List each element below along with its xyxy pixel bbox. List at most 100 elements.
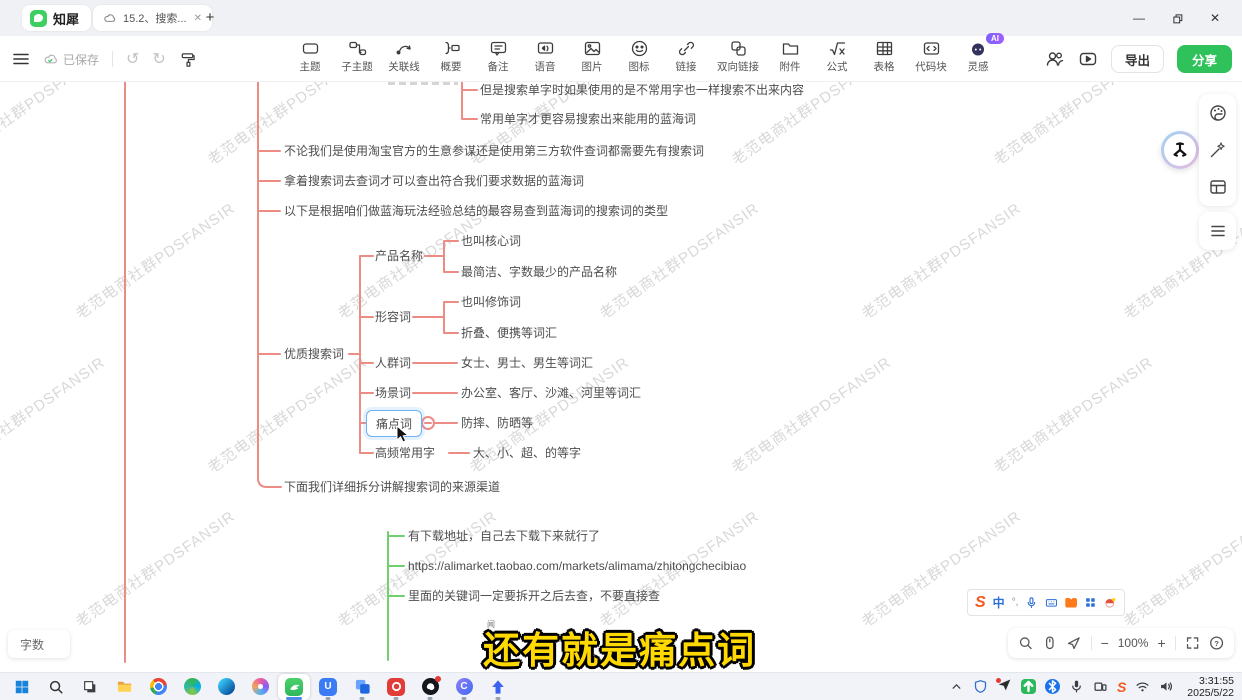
- ime-skin-icon[interactable]: [1065, 598, 1077, 608]
- minimize-button[interactable]: —: [1120, 0, 1158, 36]
- mindmap-node[interactable]: 折叠、便携等词汇: [461, 325, 557, 341]
- bluetooth-icon[interactable]: [1045, 679, 1060, 694]
- microphone-icon[interactable]: [1069, 679, 1084, 694]
- sogou-logo-icon[interactable]: S: [975, 595, 986, 611]
- tool-code-block[interactable]: 代码块: [915, 39, 947, 74]
- tool-relation-line[interactable]: 关联线: [388, 39, 420, 74]
- tool-link[interactable]: 链接: [670, 39, 702, 74]
- app-browser-360[interactable]: [176, 674, 208, 700]
- mindmap-node[interactable]: 以下是根据咱们做蓝海玩法经验总结的最容易查到蓝海词的搜索词的类型: [284, 203, 668, 219]
- zhixi-assistant-button[interactable]: [1161, 131, 1199, 169]
- share-button[interactable]: 分享: [1177, 45, 1232, 73]
- taskbar-clock[interactable]: 3:31:55 2025/5/22: [1187, 675, 1234, 699]
- app-chrome[interactable]: [142, 674, 174, 700]
- app-home-button[interactable]: 知犀: [22, 5, 91, 31]
- tool-note[interactable]: 备注: [482, 39, 514, 74]
- ime-keyboard-icon[interactable]: [1045, 596, 1058, 609]
- mindmap-node-url[interactable]: https://alimarket.taobao.com/markets/ali…: [408, 558, 746, 574]
- mindmap-node[interactable]: 大、小、超、的等字: [473, 445, 581, 461]
- mindmap-node[interactable]: 形容词: [375, 309, 411, 325]
- tool-voice[interactable]: 语音: [529, 39, 561, 74]
- export-button[interactable]: 导出: [1111, 45, 1164, 73]
- mindmap-node[interactable]: 人群词: [375, 355, 411, 371]
- mindmap-node[interactable]: 最简洁、字数最少的产品名称: [461, 264, 617, 280]
- app-edge[interactable]: [210, 674, 242, 700]
- app-blue-squares[interactable]: [346, 674, 378, 700]
- start-button[interactable]: [6, 674, 38, 700]
- mindmap-node[interactable]: 产品名称: [375, 248, 423, 264]
- new-tab-button[interactable]: +: [200, 8, 220, 28]
- app-u-shield[interactable]: U: [312, 674, 344, 700]
- tool-topic[interactable]: 主题: [294, 39, 326, 74]
- theme-palette-icon[interactable]: [1208, 103, 1228, 123]
- taskbar-search[interactable]: [40, 674, 72, 700]
- search-icon[interactable]: [1018, 635, 1033, 651]
- menu-icon[interactable]: [12, 50, 30, 68]
- close-button[interactable]: ✕: [1196, 0, 1234, 36]
- collaborate-icon[interactable]: [1045, 49, 1065, 69]
- mindmap-node[interactable]: 办公室、客厅、沙滩、河里等词汇: [461, 385, 641, 401]
- tool-inspiration[interactable]: AI 灵感: [962, 39, 994, 74]
- task-view-button[interactable]: [74, 674, 106, 700]
- mindmap-node[interactable]: 有下载地址，自己去下载下来就行了: [408, 528, 600, 544]
- mindmap-node[interactable]: 也叫修饰词: [461, 294, 521, 310]
- green-clipboard-icon[interactable]: [1021, 679, 1036, 694]
- zoom-in-button[interactable]: +: [1157, 635, 1165, 651]
- mindmap-canvas[interactable]: 老范电商社群PDSFANSIR老范电商社群PDSFANSIR老范电商社群PDSF…: [0, 82, 1242, 672]
- security-shield-icon[interactable]: [973, 679, 988, 694]
- mindmap-node[interactable]: 拿着搜索词去查词才可以查出符合我们要求数据的蓝海词: [284, 173, 584, 189]
- app-circle-c[interactable]: C: [448, 674, 480, 700]
- mindmap-node[interactable]: 下面我们详细拆分讲解搜索词的来源渠道: [284, 479, 500, 495]
- mindmap-node[interactable]: 也叫核心词: [461, 233, 521, 249]
- zoom-out-button[interactable]: −: [1101, 635, 1109, 651]
- tool-bidirectional-link[interactable]: 双向链接: [717, 39, 759, 74]
- mindmap-node[interactable]: 优质搜索词: [284, 346, 344, 362]
- tool-formula[interactable]: 公式: [821, 39, 853, 74]
- mindmap-node[interactable]: 场景词: [375, 385, 411, 401]
- locate-cursor-icon[interactable]: [1066, 635, 1081, 651]
- app-pink-browser[interactable]: [244, 674, 276, 700]
- fullscreen-icon[interactable]: [1185, 635, 1200, 651]
- ime-punctuation-toggle[interactable]: °,: [1012, 597, 1019, 608]
- mindmap-node[interactable]: 防摔、防晒等: [461, 415, 533, 431]
- mindmap-node[interactable]: 但是搜索单字时如果使用的是不常用字也一样搜索不出来内容: [480, 82, 804, 98]
- drag-mode-mouse-icon[interactable]: [1042, 635, 1057, 651]
- display-cast-icon[interactable]: [1093, 679, 1108, 694]
- word-count-pill[interactable]: 字数: [8, 630, 70, 658]
- tray-expand-chevron-icon[interactable]: [949, 679, 964, 694]
- help-icon[interactable]: ?: [1209, 635, 1224, 651]
- app-zhixi-active[interactable]: [278, 674, 310, 700]
- outline-list-icon[interactable]: [1208, 221, 1228, 241]
- sogou-ime-bar[interactable]: S 中 °,: [967, 589, 1125, 616]
- format-painter-icon[interactable]: [179, 51, 196, 68]
- tool-subtopic[interactable]: 子主题: [341, 39, 373, 74]
- mindmap-node[interactable]: 常用单字才更容易搜索出来能用的蓝海词: [480, 111, 696, 127]
- tool-summary[interactable]: 概要: [435, 39, 467, 74]
- redo-icon[interactable]: ↻: [152, 49, 165, 69]
- mindmap-node[interactable]: 里面的关键词一定要拆开之后去查，不要直接查: [408, 588, 660, 604]
- app-obs[interactable]: [414, 674, 446, 700]
- tool-attachment[interactable]: 附件: [774, 39, 806, 74]
- video-tutorial-icon[interactable]: [1078, 49, 1098, 69]
- sogou-tray-icon[interactable]: S: [1117, 680, 1126, 694]
- wifi-icon[interactable]: [1135, 679, 1150, 694]
- mindmap-node[interactable]: 不论我们是使用淘宝官方的生意参谋还是使用第三方软件查词都需要先有搜索词: [284, 143, 704, 159]
- ime-toolbox-icon[interactable]: [1084, 596, 1097, 609]
- tool-sticker[interactable]: 图标: [623, 39, 655, 74]
- app-blue-arrow[interactable]: [482, 674, 514, 700]
- app-red-o[interactable]: [380, 674, 412, 700]
- file-explorer[interactable]: [108, 674, 140, 700]
- volume-icon[interactable]: [1159, 679, 1174, 694]
- mindmap-node[interactable]: 高频常用字: [375, 445, 435, 461]
- document-tab[interactable]: 15.2、搜索... ✕: [93, 5, 212, 31]
- undo-icon[interactable]: ↺: [126, 49, 139, 69]
- mindmap-node-selected[interactable]: 痛点词: [366, 410, 422, 437]
- mindmap-node[interactable]: 女士、男士、男生等词汇: [461, 355, 593, 371]
- ime-emoji-icon[interactable]: [1104, 596, 1117, 609]
- tool-table[interactable]: 表格: [868, 39, 900, 74]
- beautify-wand-icon[interactable]: [1208, 140, 1228, 160]
- tool-image[interactable]: 图片: [576, 39, 608, 74]
- ime-language-toggle[interactable]: 中: [993, 594, 1005, 611]
- layout-structure-icon[interactable]: [1208, 177, 1228, 197]
- ime-mic-icon[interactable]: [1025, 596, 1038, 609]
